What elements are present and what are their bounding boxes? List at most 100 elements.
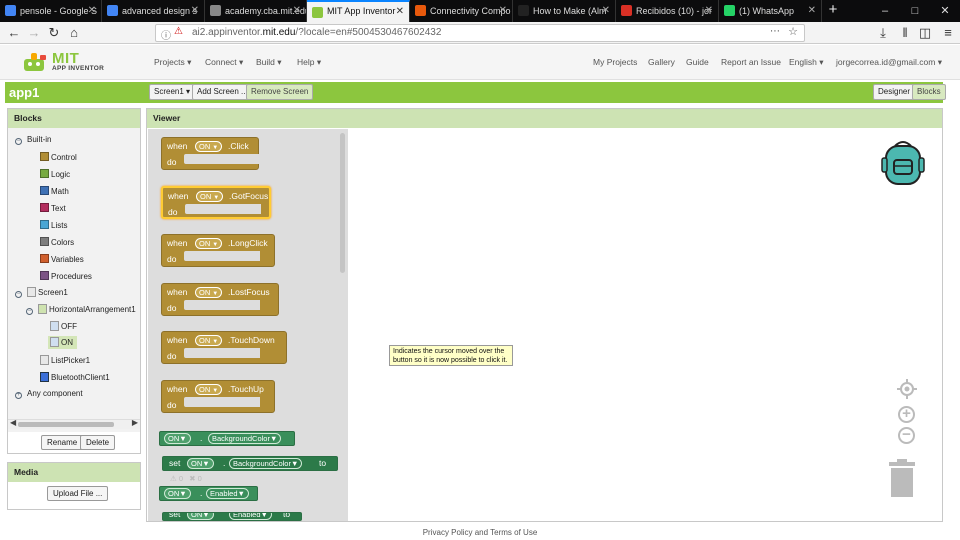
tree-category-text[interactable]: Text — [40, 203, 66, 213]
close-tab-icon[interactable]: ✕ — [88, 0, 96, 22]
back-icon[interactable]: ← — [6, 25, 22, 41]
browser-tab[interactable]: How to Make (Alm ✕ — [513, 0, 616, 22]
rename-button[interactable]: Rename — [41, 435, 84, 450]
trash-icon[interactable] — [889, 459, 915, 497]
menu-help[interactable]: Help ▾ — [297, 57, 321, 68]
browser-tab[interactable]: MIT App Inventor ✕ — [307, 0, 410, 22]
browser-tab[interactable]: Recibidos (10) - jor ✕ — [616, 0, 719, 22]
library-icon[interactable]: ‖ — [897, 25, 913, 41]
tree-category-math[interactable]: Math — [40, 186, 69, 196]
tree-category-control[interactable]: Control — [40, 152, 77, 162]
blocks-workspace[interactable]: when ON ▼ .Click do when ON ▼ .GotFocus do when ON ▼… — [148, 129, 942, 521]
url-bar[interactable]: ⓘ ⚠ ai2.appinventor.mit.edu/?locale=en#5… — [155, 24, 805, 42]
my-projects-link[interactable]: My Projects — [593, 57, 637, 67]
close-tab-icon[interactable]: ✕ — [293, 0, 301, 22]
delete-button[interactable]: Delete — [80, 435, 116, 450]
reload-icon[interactable]: ↻ — [46, 25, 62, 41]
component-dropdown[interactable]: ON▼ — [195, 141, 223, 152]
menu-build[interactable]: Build ▾ — [256, 57, 282, 68]
component-dropdown[interactable]: ON▼ — [164, 433, 191, 444]
privacy-footer-link[interactable]: Privacy Policy and Terms of Use — [0, 528, 960, 540]
do-statement-slot[interactable] — [184, 154, 260, 164]
do-statement-slot[interactable] — [185, 203, 261, 214]
tree-category-variables[interactable]: Variables — [40, 254, 84, 264]
tree-category-colors[interactable]: Colors — [40, 237, 74, 247]
gallery-link[interactable]: Gallery — [648, 57, 675, 67]
backpack-icon[interactable] — [881, 138, 925, 188]
collapse-toggle-icon[interactable]: − — [15, 291, 22, 298]
remove-screen-button[interactable]: Remove Screen — [246, 84, 314, 100]
screen-select[interactable]: Screen1 ▾ — [149, 84, 196, 100]
do-statement-slot[interactable] — [184, 397, 260, 407]
home-icon[interactable]: ⌂ — [66, 25, 82, 41]
forward-icon[interactable]: → — [26, 25, 42, 41]
event-block-gotfocus[interactable]: when ON ▼ .GotFocus do — [161, 185, 271, 219]
insecure-lock-icon[interactable]: ⚠ — [174, 26, 183, 37]
component-dropdown[interactable]: ON▼ — [195, 335, 223, 347]
tree-bluetooth-client[interactable]: BluetoothClient1 — [40, 372, 110, 382]
close-tab-icon[interactable]: ✕ — [602, 0, 610, 22]
component-dropdown[interactable]: ON▼ — [187, 513, 214, 520]
language-menu[interactable]: English ▾ — [789, 57, 824, 68]
do-statement-slot[interactable] — [184, 348, 260, 359]
background-color-getter-block[interactable]: ON▼ . BackgroundColor▼ — [159, 431, 295, 446]
tree-screen1[interactable]: − Screen1 — [15, 287, 68, 298]
recenter-icon[interactable] — [897, 379, 917, 399]
tree-any-component[interactable]: + Any component — [15, 389, 83, 399]
blocks-drawer-flyout[interactable]: when ON ▼ .Click do when ON ▼ .GotFocus do when ON ▼… — [148, 129, 348, 521]
bookmark-star-icon[interactable]: ☆ — [788, 25, 798, 38]
do-statement-slot[interactable] — [184, 299, 260, 310]
tree-category-logic[interactable]: Logic — [40, 169, 70, 179]
menu-icon[interactable]: ≡ — [940, 25, 956, 41]
minimize-icon[interactable]: – — [870, 0, 900, 22]
enabled-getter-block[interactable]: ON▼ . Enabled▼ — [159, 486, 258, 501]
collapse-toggle-icon[interactable]: − — [15, 138, 22, 145]
browser-tab[interactable]: academy.cba.mit.edu/cl✕ — [205, 0, 307, 22]
sidebar-icon[interactable]: ◫ — [917, 25, 933, 41]
browser-tab[interactable]: advanced design s ✕ — [102, 0, 205, 22]
close-tab-icon[interactable]: ✕ — [808, 0, 816, 22]
tree-off-button[interactable]: OFF — [50, 321, 77, 331]
menu-projects[interactable]: Projects ▾ — [154, 57, 191, 68]
scroll-right-icon[interactable]: ▶ — [132, 418, 138, 427]
property-dropdown[interactable]: BackgroundColor▼ — [208, 433, 282, 444]
collapse-toggle-icon[interactable]: − — [26, 308, 33, 315]
browser-tab[interactable]: (1) WhatsApp ✕ — [719, 0, 822, 22]
component-dropdown[interactable]: ON▼ — [196, 190, 224, 202]
page-actions-icon[interactable]: ⋯ — [770, 26, 780, 37]
tree-category-procedures[interactable]: Procedures — [40, 271, 92, 281]
tree-builtin[interactable]: − Built-in — [15, 135, 51, 145]
close-tab-icon[interactable]: ✕ — [705, 0, 713, 22]
component-dropdown[interactable]: ON▼ — [195, 238, 223, 250]
flyout-scrollbar[interactable] — [340, 133, 345, 273]
component-dropdown[interactable]: ON▼ — [187, 458, 214, 469]
close-tab-icon[interactable]: ✕ — [191, 0, 199, 22]
event-block-longclick[interactable]: when ON ▼ .LongClick do — [161, 234, 275, 268]
upload-file-button[interactable]: Upload File ... — [47, 486, 109, 501]
tree-listpicker[interactable]: ListPicker1 — [40, 355, 90, 365]
new-tab-icon[interactable]: + — [822, 0, 844, 22]
user-menu[interactable]: jorgecorrea.id@gmail.com ▾ — [836, 57, 942, 68]
scroll-left-icon[interactable]: ◀ — [10, 418, 16, 427]
add-screen-button[interactable]: Add Screen ... — [192, 84, 253, 100]
info-icon[interactable]: ⓘ — [161, 27, 171, 42]
event-block-lostfocus[interactable]: when ON ▼ .LostFocus do — [161, 282, 279, 316]
tree-on-button[interactable]: ON — [48, 336, 77, 349]
close-window-icon[interactable]: ✕ — [930, 0, 960, 22]
designer-button[interactable]: Designer — [873, 84, 916, 100]
event-block-click[interactable]: when ON ▼ .Click do — [161, 137, 260, 170]
set-background-color-block[interactable]: set ON▼ . BackgroundColor▼ to — [162, 456, 338, 471]
set-enabled-block[interactable]: set ON▼ Enabled▼ to — [162, 512, 302, 521]
download-icon[interactable]: ⤓ — [875, 25, 891, 41]
browser-tab[interactable]: Connectivity Compo ✕ — [410, 0, 513, 22]
guide-link[interactable]: Guide — [686, 57, 709, 67]
maximize-icon[interactable]: □ — [900, 0, 930, 22]
event-block-touchup[interactable]: when ON ▼ .TouchUp do — [161, 380, 275, 413]
blocks-button[interactable]: Blocks — [912, 84, 946, 100]
property-dropdown[interactable]: BackgroundColor▼ — [229, 458, 303, 469]
property-dropdown[interactable]: Enabled▼ — [229, 513, 272, 520]
expand-toggle-icon[interactable]: + — [15, 392, 22, 399]
tree-horizontal-arrangement[interactable]: − HorizontalArrangement1 — [26, 304, 136, 315]
event-block-touchdown[interactable]: when ON ▼ .TouchDown do — [161, 331, 287, 365]
component-dropdown[interactable]: ON▼ — [195, 286, 223, 298]
